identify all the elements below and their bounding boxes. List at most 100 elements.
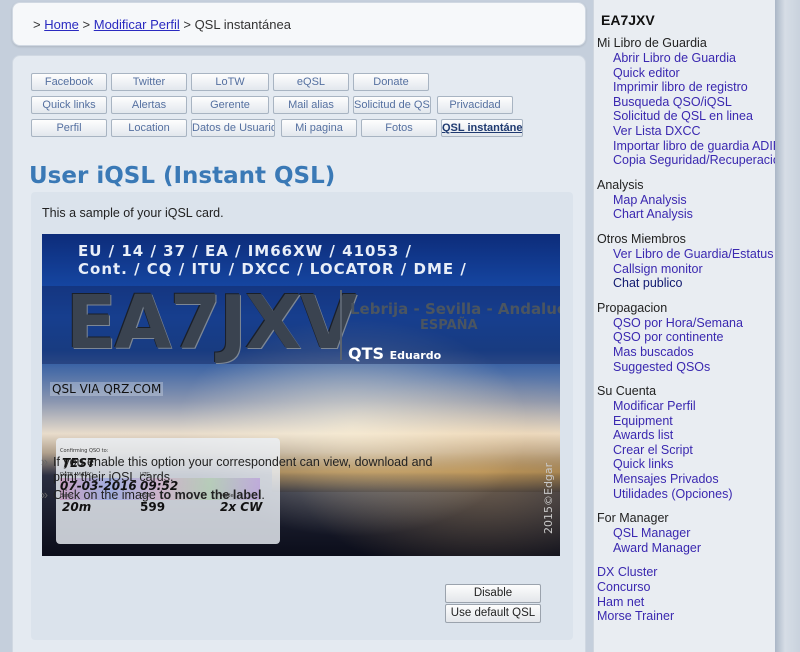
tab-facebook[interactable]: Facebook <box>31 73 107 91</box>
sidebar-section-misc: DX Cluster Concurso Ham net Morse Traine… <box>597 565 797 623</box>
sidebar-item-quick-links[interactable]: Quick links <box>597 457 797 472</box>
sidebar-item-imprimir[interactable]: Imprimir libro de registro <box>597 80 797 95</box>
sidebar-section-members: Otros Miembros Ver Libro de Guardia/Esta… <box>597 232 797 291</box>
sidebar-section-logbook: Mi Libro de Guardia Abrir Libro de Guard… <box>597 36 797 168</box>
sidebar-heading: For Manager <box>597 511 669 526</box>
iqsl-options: » If you enable this option your corresp… <box>41 455 441 506</box>
sidebar-item-modificar-perfil[interactable]: Modificar Perfil <box>597 399 797 414</box>
tab-quick-links[interactable]: Quick links <box>31 96 107 114</box>
tab-alertas[interactable]: Alertas <box>111 96 187 114</box>
sidebar: EA7JXV Mi Libro de Guardia Abrir Libro d… <box>593 0 787 652</box>
sidebar-item-dx-cluster[interactable]: DX Cluster <box>597 565 797 580</box>
sidebar-item-script[interactable]: Crear el Script <box>597 443 797 458</box>
use-default-qsl-button[interactable]: Use default QSL <box>445 604 541 623</box>
card-qts: QTS <box>348 344 385 363</box>
sidebar-item-qso-continente[interactable]: QSO por continente <box>597 330 797 345</box>
sample-description: This a sample of your iQSL card. <box>42 206 224 220</box>
tab-solicitud-qsl[interactable]: Solicitud de QSL <box>353 96 431 114</box>
profile-tabs: Facebook Twitter LoTW eQSL Donate Quick … <box>31 73 551 142</box>
sidebar-heading: Su Cuenta <box>597 384 657 399</box>
breadcrumb-profile-link[interactable]: Modificar Perfil <box>94 17 180 32</box>
sidebar-item-awards[interactable]: Awards list <box>597 428 797 443</box>
tab-location[interactable]: Location <box>111 119 187 137</box>
option-enable-info: » If you enable this option your corresp… <box>41 455 441 485</box>
sidebar-heading: Propagacion <box>597 300 668 315</box>
tab-row-3: Perfil Location Datos de Usuario Mi pagi… <box>31 119 551 142</box>
sidebar-section-manager: For Manager QSL Manager Award Manager <box>597 511 797 555</box>
bullet-icon: » <box>41 455 48 469</box>
breadcrumb-current: QSL instantánea <box>194 17 291 32</box>
sidebar-item-award-manager[interactable]: Award Manager <box>597 541 797 556</box>
sidebar-item-callsign-monitor[interactable]: Callsign monitor <box>597 262 797 277</box>
sidebar-section-account: Su Cuenta Modificar Perfil Equipment Awa… <box>597 384 797 501</box>
page-edge-background <box>775 0 800 652</box>
card-photo-credit: 2015©Edgar <box>542 462 555 534</box>
card-stats-captions: Cont. / CQ / ITU / DXCC / LOCATOR / DME … <box>78 260 467 278</box>
tab-privacidad[interactable]: Privacidad <box>437 96 513 114</box>
sidebar-item-abrir-libro[interactable]: Abrir Libro de Guardia <box>597 51 797 66</box>
card-stats-values: EU / 14 / 37 / EA / IM66XW / 41053 / <box>78 242 413 260</box>
sidebar-item-concurso[interactable]: Concurso <box>597 580 797 595</box>
sidebar-item-chat[interactable]: Chat publico <box>597 276 797 291</box>
bullet-icon: » <box>41 488 48 502</box>
sidebar-heading: Analysis <box>597 177 644 192</box>
card-operator-name: Eduardo <box>389 349 442 362</box>
card-qsl-via: QSL VIA QRZ.COM <box>50 382 164 396</box>
card-operator: QTS Eduardo <box>348 344 441 363</box>
sidebar-item-chart-analysis[interactable]: Chart Analysis <box>597 207 797 222</box>
sidebar-item-utilidades[interactable]: Utilidades (Opciones) <box>597 487 797 502</box>
tab-qsl-instantanea[interactable]: QSL instantánea <box>441 119 523 137</box>
option-move-label-info: » Click on the image to move the label. <box>41 488 441 503</box>
sidebar-item-mensajes[interactable]: Mensajes Privados <box>597 472 797 487</box>
breadcrumb: > Home > Modificar Perfil > QSL instantá… <box>12 2 586 46</box>
iqsl-panel: This a sample of your iQSL card. EU / 14… <box>31 192 573 640</box>
disable-button[interactable]: Disable <box>445 584 541 603</box>
breadcrumb-separator: > <box>33 17 41 32</box>
breadcrumb-separator: > <box>82 17 91 32</box>
sidebar-item-solicitud[interactable]: Solicitud de QSL en linea <box>597 109 797 124</box>
sidebar-item-ver-libro[interactable]: Ver Libro de Guardia/Estatus <box>597 247 797 262</box>
tab-eqsl[interactable]: eQSL <box>273 73 349 91</box>
sidebar-item-suggested[interactable]: Suggested QSOs <box>597 360 797 375</box>
tab-fotos[interactable]: Fotos <box>361 119 437 137</box>
breadcrumb-home-link[interactable]: Home <box>44 17 79 32</box>
sidebar-item-importar[interactable]: Importar libro de guardia ADIF <box>597 139 797 154</box>
tab-lotw[interactable]: LoTW <box>191 73 269 91</box>
qsl-card-image[interactable]: EU / 14 / 37 / EA / IM66XW / 41053 / Con… <box>42 234 560 556</box>
sidebar-item-mas-buscados[interactable]: Mas buscados <box>597 345 797 360</box>
sidebar-item-busqueda[interactable]: Busqueda QSO/iQSL <box>597 95 797 110</box>
option-move-text-end: . <box>261 488 265 502</box>
tab-perfil[interactable]: Perfil <box>31 119 107 137</box>
sidebar-item-morse-trainer[interactable]: Morse Trainer <box>597 609 797 624</box>
tab-mail-alias[interactable]: Mail alias <box>273 96 349 114</box>
sidebar-item-copia[interactable]: Copia Seguridad/Recuperación <box>597 153 797 168</box>
sidebar-item-map-analysis[interactable]: Map Analysis <box>597 193 797 208</box>
option-move-text-bold: to move the label <box>159 488 262 502</box>
sidebar-item-dxcc[interactable]: Ver Lista DXCC <box>597 124 797 139</box>
card-country: ESPAÑA <box>420 318 478 333</box>
card-divider <box>340 290 342 360</box>
sidebar-section-propagation: Propagacion QSO por Hora/Semana QSO por … <box>597 301 797 374</box>
sidebar-section-analysis: Analysis Map Analysis Chart Analysis <box>597 178 797 222</box>
label-confirming-caption: Confirming QSO to: <box>60 448 109 454</box>
sidebar-item-qsl-manager[interactable]: QSL Manager <box>597 526 797 541</box>
sidebar-item-equipment[interactable]: Equipment <box>597 414 797 429</box>
sidebar-item-ham-net[interactable]: Ham net <box>597 595 797 610</box>
tab-twitter[interactable]: Twitter <box>111 73 187 91</box>
tab-row-2: Quick links Alertas Gerente Mail alias S… <box>31 96 551 119</box>
page-title: User iQSL (Instant QSL) <box>29 163 336 189</box>
option-move-text: Click on the image <box>53 488 160 502</box>
sidebar-heading: Mi Libro de Guardia <box>597 36 707 50</box>
sidebar-callsign: EA7JXV <box>601 12 655 28</box>
tab-gerente[interactable]: Gerente <box>191 96 269 114</box>
main-panel: Facebook Twitter LoTW eQSL Donate Quick … <box>12 55 586 652</box>
sidebar-item-quick-editor[interactable]: Quick editor <box>597 66 797 81</box>
option-enable-text: If you enable this option your correspon… <box>53 455 433 484</box>
tab-row-1: Facebook Twitter LoTW eQSL Donate <box>31 73 551 96</box>
tab-datos-usuario[interactable]: Datos de Usuario <box>191 119 275 137</box>
tab-mi-pagina[interactable]: Mi pagina <box>281 119 357 137</box>
card-callsign: EA7JXV <box>66 280 357 366</box>
sidebar-item-qso-hora[interactable]: QSO por Hora/Semana <box>597 316 797 331</box>
sidebar-menu: Mi Libro de Guardia Abrir Libro de Guard… <box>597 36 797 634</box>
tab-donate[interactable]: Donate <box>353 73 429 91</box>
